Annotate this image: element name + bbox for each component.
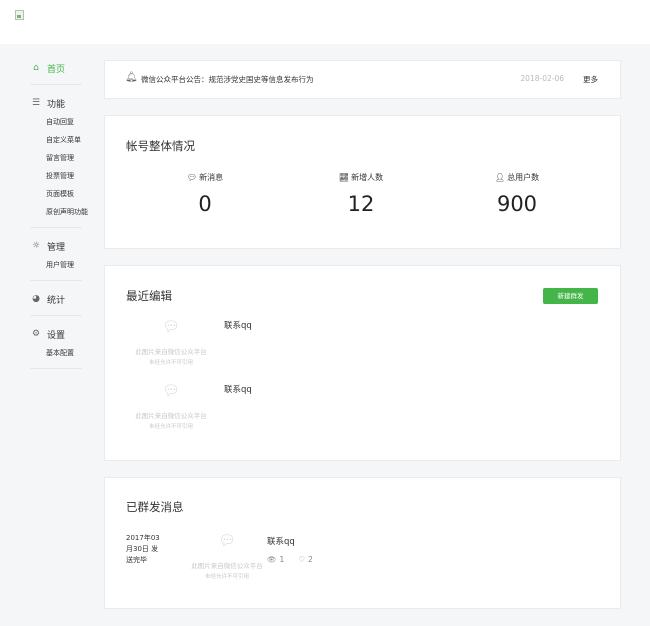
views-value: 1 bbox=[279, 555, 285, 564]
sent-date-line: 2017年03 bbox=[126, 534, 160, 542]
account-overview-card: 帐号整体情况 💬︎ 新消息 0 📈︎ 新增人数 12 👤︎ 总用户数 900 bbox=[104, 115, 621, 249]
sent-date-line: 送完毕 bbox=[126, 556, 147, 564]
thumbnail-caption: 此图片来自微信公众平台 bbox=[135, 412, 207, 420]
stat-new-messages: 💬︎ 新消息 0 bbox=[145, 172, 265, 216]
nav-group-features: ☰ 功能 自动回复 自定义菜单 留言管理 投票管理 页面模板 原创声明功能 bbox=[30, 93, 88, 228]
nav-group-manage: ☼ 管理 用户管理 bbox=[30, 236, 82, 281]
gears-icon: ⚙ bbox=[31, 329, 41, 339]
likes-value: 2 bbox=[308, 555, 313, 564]
stat-value: 12 bbox=[347, 192, 375, 216]
stat-new-users: 📈︎ 新增人数 12 bbox=[301, 172, 421, 216]
logo-image-icon[interactable] bbox=[15, 10, 24, 20]
sidebar-item-users[interactable]: 用户管理 bbox=[30, 256, 82, 274]
stat-label: 总用户数 bbox=[507, 173, 540, 182]
sidebar-item-comments[interactable]: 留言管理 bbox=[30, 149, 82, 167]
sent-date: 2017年03 月30日 发 送完毕 bbox=[126, 533, 166, 566]
wechat-icon: 💬︎ bbox=[162, 383, 180, 399]
eye-icon: 👁︎ bbox=[267, 555, 277, 564]
sidebar-item-settings[interactable]: ⚙ 设置 bbox=[30, 324, 82, 344]
top-bar bbox=[0, 0, 650, 44]
stat-total-users: 👤︎ 总用户数 900 bbox=[457, 172, 577, 216]
views-count: 👁︎ 1 bbox=[267, 555, 284, 564]
new-broadcast-button[interactable]: 新建群发 bbox=[543, 288, 598, 304]
stat-label: 新增人数 bbox=[351, 173, 384, 182]
pie-chart-icon: ◕ bbox=[32, 294, 40, 304]
sent-message-stats: 👁︎ 1 ♡ 2 bbox=[267, 555, 313, 564]
thumbnail-caption: 未经允许不可引用 bbox=[148, 360, 193, 366]
sidebar-item-votes[interactable]: 投票管理 bbox=[30, 167, 82, 185]
sidebar-item-basic-config[interactable]: 基本配置 bbox=[30, 344, 82, 362]
nav-group-settings: ⚙ 设置 基本配置 bbox=[30, 324, 82, 369]
chat-bubble-icon: 💬︎ bbox=[186, 173, 198, 182]
nav-group-stats: ◕ 统计 bbox=[30, 289, 82, 316]
notice-text[interactable]: 微信公众平台公告：规范涉党史国史等信息发布行为 bbox=[141, 74, 314, 85]
likes-count: ♡ 2 bbox=[298, 555, 313, 564]
sidebar-item-label: 设置 bbox=[47, 330, 66, 341]
sidebar-item-features[interactable]: ☰ 功能 bbox=[30, 93, 82, 113]
thumbnail-placeholder: 💬︎ 此图片来自微信公众平台 未经允许不可引用 bbox=[126, 382, 216, 440]
card-title: 帐号整体情况 bbox=[126, 139, 195, 153]
nav-group-home: ⌂ 首页 bbox=[30, 58, 82, 85]
notice-more-link[interactable]: 更多 bbox=[583, 74, 598, 85]
user-icon: 👤︎ bbox=[494, 173, 506, 182]
card-title: 已群发消息 bbox=[126, 500, 184, 514]
notice-date: 2018-02-06 bbox=[520, 74, 564, 83]
stat-value: 0 bbox=[198, 192, 212, 216]
sidebar-item-label: 管理 bbox=[47, 242, 66, 253]
sidebar-item-label: 功能 bbox=[47, 99, 66, 110]
sent-messages-card: 已群发消息 2017年03 月30日 发 送完毕 💬︎ 此图片来自微信公众平台 … bbox=[104, 477, 621, 609]
sidebar-item-original[interactable]: 原创声明功能 bbox=[30, 203, 88, 221]
stat-value: 900 bbox=[496, 192, 538, 216]
heart-icon: ♡ bbox=[298, 555, 306, 564]
sidebar: ⌂ 首页 ☰ 功能 自动回复 自定义菜单 留言管理 投票管理 页面模板 原创声明… bbox=[30, 58, 88, 377]
message-title[interactable]: 联系qq bbox=[224, 319, 252, 331]
sidebar-item-templates[interactable]: 页面模板 bbox=[30, 185, 82, 203]
sidebar-item-label: 统计 bbox=[47, 295, 66, 306]
message-title[interactable]: 联系qq bbox=[224, 383, 252, 395]
sun-icon: ☼ bbox=[31, 241, 41, 251]
card-title: 最近编辑 bbox=[126, 289, 172, 303]
list-item[interactable]: 💬︎ 此图片来自微信公众平台 未经允许不可引用 联系qq bbox=[126, 382, 426, 440]
thumbnail-caption: 未经允许不可引用 bbox=[204, 574, 249, 580]
recent-edits-card: 最近编辑 新建群发 💬︎ 此图片来自微信公众平台 未经允许不可引用 联系qq 💬… bbox=[104, 265, 621, 461]
list-item[interactable]: 💬︎ 此图片来自微信公众平台 未经允许不可引用 联系qq bbox=[126, 318, 426, 376]
thumbnail-caption: 此图片来自微信公众平台 bbox=[135, 348, 207, 356]
home-icon: ⌂ bbox=[33, 63, 39, 73]
menu-icon: ☰ bbox=[31, 98, 41, 108]
sent-message-title[interactable]: 联系qq bbox=[267, 535, 295, 547]
sidebar-item-home[interactable]: ⌂ 首页 bbox=[30, 58, 82, 78]
bell-icon: 🔔︎ bbox=[125, 72, 138, 83]
sidebar-item-auto-reply[interactable]: 自动回复 bbox=[30, 113, 82, 131]
thumbnail-placeholder: 💬︎ 此图片来自微信公众平台 未经允许不可引用 bbox=[126, 318, 216, 376]
sidebar-item-manage[interactable]: ☼ 管理 bbox=[30, 236, 82, 256]
notice-bar: 🔔︎ 微信公众平台公告：规范涉党史国史等信息发布行为 2018-02-06 更多 bbox=[104, 60, 621, 99]
sent-date-line: 月30日 发 bbox=[126, 545, 159, 553]
sidebar-item-label: 首页 bbox=[47, 64, 66, 75]
sidebar-item-stats[interactable]: ◕ 统计 bbox=[30, 289, 82, 309]
trend-icon: 📈︎ bbox=[338, 173, 350, 182]
stat-label: 新消息 bbox=[199, 173, 224, 182]
wechat-icon: 💬︎ bbox=[162, 319, 180, 335]
thumbnail-caption: 未经允许不可引用 bbox=[148, 424, 193, 430]
sidebar-item-custom-menu[interactable]: 自定义菜单 bbox=[30, 131, 82, 149]
